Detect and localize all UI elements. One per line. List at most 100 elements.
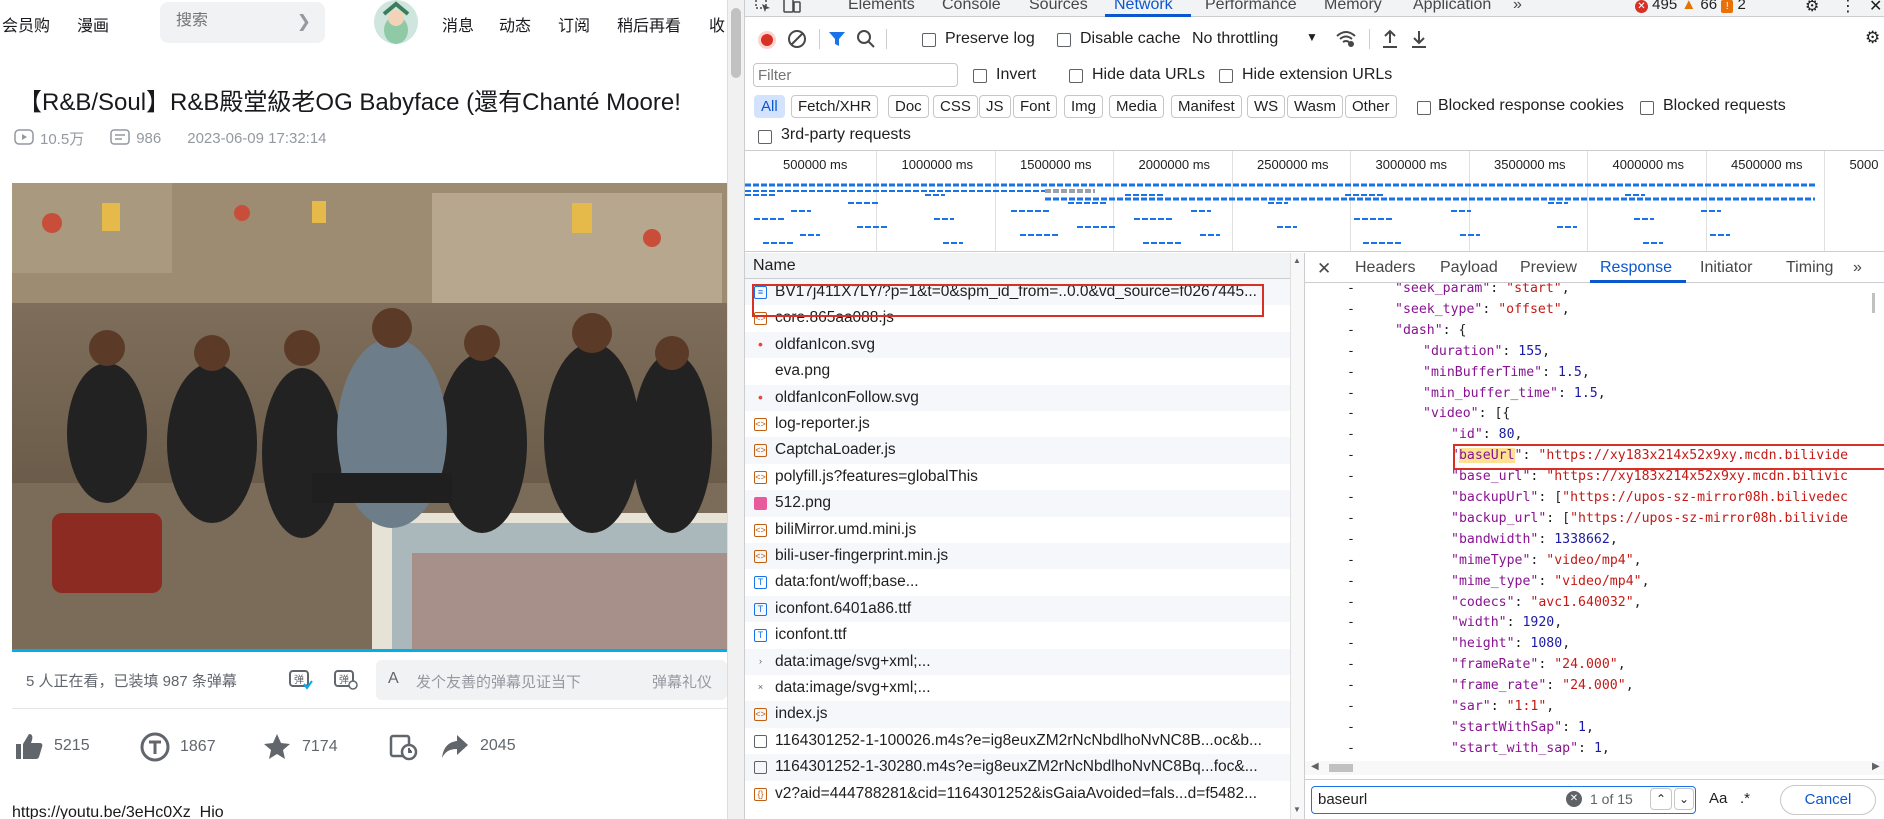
next-match-icon[interactable]: ⌄ <box>1674 788 1694 810</box>
request-row[interactable]: › data:image/svg+xml;... <box>745 648 1290 675</box>
search-box[interactable]: ❯ <box>160 2 325 43</box>
search-input[interactable] <box>176 12 286 30</box>
tab-console[interactable]: Console <box>942 0 1001 14</box>
hide-data-urls-checkbox[interactable] <box>1069 67 1083 84</box>
avatar[interactable] <box>374 0 418 44</box>
search-arrow-icon[interactable]: ❯ <box>297 12 311 32</box>
tab-response[interactable]: Response <box>1600 259 1672 277</box>
more-detail-tabs-icon[interactable]: » <box>1853 259 1862 277</box>
kebab-menu-icon[interactable]: ⋮ <box>1840 0 1856 16</box>
request-list-scrollbar[interactable]: ▲ ▼ <box>1290 253 1304 819</box>
tab-payload[interactable]: Payload <box>1440 259 1498 277</box>
request-row[interactable]: Tdata:font/woff;base... <box>745 569 1290 596</box>
request-row[interactable]: <> CaptchaLoader.js <box>745 437 1290 464</box>
request-row[interactable]: <> log-reporter.js <box>745 411 1290 438</box>
response-body[interactable]: - "seek_param": "start", - "seek_type": "of… <box>1305 283 1884 759</box>
nav-comic[interactable]: 漫画 <box>77 12 109 36</box>
tab-memory[interactable]: Memory <box>1324 0 1382 14</box>
network-conditions-icon[interactable] <box>1335 29 1357 53</box>
favorite-button[interactable]: 7174 <box>262 732 338 762</box>
description-url[interactable]: https://youtu.be/3eHc0Xz_Hio <box>12 804 224 819</box>
tab-elements[interactable]: Elements <box>848 0 915 14</box>
response-hscrollbar[interactable]: ◀ ▶ <box>1305 761 1884 775</box>
type-ws[interactable]: WS <box>1247 95 1286 118</box>
type-css[interactable]: CSS <box>933 95 978 118</box>
hide-extension-urls-checkbox[interactable] <box>1219 67 1233 84</box>
regex-button[interactable]: .* <box>1740 790 1750 807</box>
blocked-requests-checkbox[interactable] <box>1640 99 1654 116</box>
coin-button[interactable]: 1867 <box>140 732 216 762</box>
type-doc[interactable]: Doc <box>888 95 929 118</box>
network-settings-gear-icon[interactable]: ⚙ <box>1865 28 1880 48</box>
device-toolbar-icon[interactable] <box>783 0 801 17</box>
preserve-log-checkbox[interactable] <box>922 31 936 48</box>
tab-preview[interactable]: Preview <box>1520 259 1577 277</box>
video-player[interactable] <box>12 183 727 651</box>
request-row[interactable]: • oldfanIcon.svg <box>745 331 1290 359</box>
nav-favorites[interactable]: 收 <box>709 12 725 36</box>
search-field[interactable]: baseurl ✕ 1 of 15 ⌃ ⌄ <box>1311 786 1696 814</box>
request-row[interactable]: × data:image/svg+xml;... <box>745 675 1290 702</box>
request-row[interactable]: 1164301252-1-100026.m4s?e=ig8euxZM2rNcNb… <box>745 727 1290 755</box>
inspect-element-icon[interactable] <box>755 0 771 17</box>
clear-icon[interactable] <box>787 29 807 53</box>
request-row[interactable]: {} v2?aid=444788281&cid=1164301252&isGaia… <box>745 780 1290 807</box>
blocked-cookies-checkbox[interactable] <box>1417 99 1431 116</box>
filter-input[interactable] <box>753 63 958 87</box>
record-icon[interactable] <box>758 31 776 49</box>
request-row[interactable]: Ticonfont.6401a86.ttf <box>745 595 1290 623</box>
danmaku-settings-icon[interactable]: 弹 <box>332 666 358 697</box>
invert-checkbox[interactable] <box>973 67 987 84</box>
request-row[interactable]: <> biliMirror.umd.mini.js <box>745 516 1290 543</box>
tab-timing[interactable]: Timing <box>1786 259 1833 277</box>
tab-performance[interactable]: Performance <box>1205 0 1297 14</box>
close-devtools-icon[interactable]: ✕ <box>1869 0 1882 16</box>
share-button[interactable]: 2045 <box>440 732 516 760</box>
watch-later-button[interactable] <box>388 732 418 762</box>
settings-gear-icon[interactable]: ⚙ <box>1805 0 1819 16</box>
issue-counters[interactable]: ✕ 495 ▲ 66 ! 2 <box>1635 0 1746 13</box>
danmaku-input[interactable]: A 发个友善的弹幕见证当下 弹幕礼仪 <box>376 660 727 700</box>
request-row[interactable]: <> bili-user-fingerprint.min.js <box>745 543 1290 570</box>
nav-message[interactable]: 消息 <box>442 12 474 36</box>
import-har-icon[interactable] <box>1381 29 1399 53</box>
request-row[interactable]: 1164301252-1-30280.m4s?e=ig8euxZM2rNcNbd… <box>745 754 1290 781</box>
throttling-dropdown-icon[interactable]: ▼ <box>1306 30 1318 44</box>
danmaku-etiquette-link[interactable]: 弹幕礼仪 <box>652 671 712 692</box>
type-fetch-xhr[interactable]: Fetch/XHR <box>791 95 879 118</box>
type-media[interactable]: Media <box>1109 95 1164 118</box>
nav-watch-later[interactable]: 稍后再看 <box>617 12 681 36</box>
nav-subscribe[interactable]: 订阅 <box>558 12 590 36</box>
request-row[interactable]: <> polyfill.js?features=globalThis <box>745 463 1290 491</box>
disable-cache-checkbox[interactable] <box>1057 31 1071 48</box>
third-party-checkbox[interactable] <box>758 128 772 145</box>
type-js[interactable]: JS <box>979 95 1011 118</box>
previous-match-icon[interactable]: ⌃ <box>1650 788 1672 810</box>
type-font[interactable]: Font <box>1013 95 1058 118</box>
request-row[interactable]: • oldfanIconFollow.svg <box>745 384 1290 411</box>
type-wasm[interactable]: Wasm <box>1287 95 1343 118</box>
throttling-select[interactable]: No throttling <box>1192 30 1278 48</box>
clear-search-icon[interactable]: ✕ <box>1566 791 1582 807</box>
timeline-overview[interactable]: 500000 ms 1000000 ms 1500000 ms 2000000 ms 2… <box>745 150 1884 252</box>
filter-funnel-icon[interactable] <box>828 30 846 52</box>
nav-dynamic[interactable]: 动态 <box>499 12 531 36</box>
name-column-header[interactable]: Name <box>745 253 1290 279</box>
tab-initiator[interactable]: Initiator <box>1700 259 1752 277</box>
tab-headers[interactable]: Headers <box>1355 259 1415 277</box>
tab-sources[interactable]: Sources <box>1029 0 1088 14</box>
type-all[interactable]: All <box>754 95 785 118</box>
tab-network[interactable]: Network <box>1114 0 1173 14</box>
type-manifest[interactable]: Manifest <box>1171 95 1242 118</box>
response-scrollbar-thumb[interactable] <box>1872 293 1875 313</box>
type-other[interactable]: Other <box>1345 95 1397 118</box>
request-row[interactable]: Ticonfont.ttf <box>745 622 1290 649</box>
type-img[interactable]: Img <box>1064 95 1104 118</box>
match-case-button[interactable]: Aa <box>1709 790 1727 807</box>
export-har-icon[interactable] <box>1410 29 1428 53</box>
more-tabs-icon[interactable]: » <box>1513 0 1522 14</box>
nav-vip-shop[interactable]: 会员购 <box>2 12 50 36</box>
request-row[interactable]: eva.png <box>745 358 1290 385</box>
page-scrollbar[interactable] <box>727 0 744 819</box>
search-icon[interactable] <box>856 29 876 53</box>
